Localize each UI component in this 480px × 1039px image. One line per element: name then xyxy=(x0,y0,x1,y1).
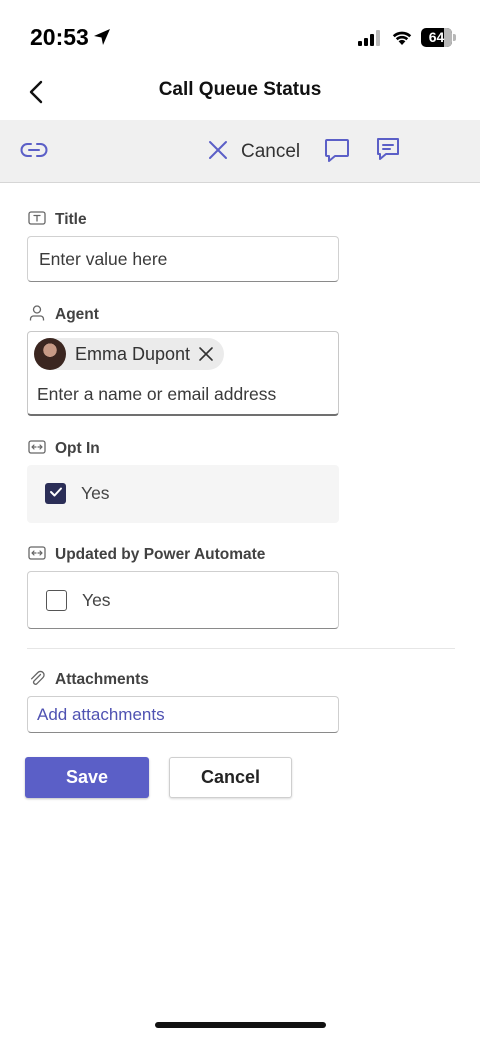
title-input[interactable]: Enter value here xyxy=(27,236,339,282)
person-chip[interactable]: Emma Dupont xyxy=(34,338,225,370)
title-field-label: Title xyxy=(28,210,87,230)
cellular-signal-icon xyxy=(358,30,382,51)
battery-level: 64 xyxy=(428,29,445,45)
notes-button[interactable] xyxy=(372,136,404,166)
divider xyxy=(27,648,455,649)
person-chip-name: Emma Dupont xyxy=(75,343,191,364)
header: Call Queue Status xyxy=(0,70,480,120)
boolean-toggle-icon xyxy=(28,439,46,459)
opt-in-field-label: Opt In xyxy=(28,439,100,459)
agent-label-text: Agent xyxy=(55,306,99,323)
checkmark-icon xyxy=(49,485,63,503)
save-button[interactable]: Save xyxy=(25,757,149,798)
updated-label-text: Updated by Power Automate xyxy=(55,546,266,563)
status-time: 20:53 xyxy=(30,24,89,50)
status-bar: 20:53 64 xyxy=(0,0,480,70)
add-attachments-link[interactable]: Add attachments xyxy=(37,705,165,725)
avatar xyxy=(34,338,66,370)
agent-field-label: Agent xyxy=(28,304,99,327)
app-screen: 20:53 64 Call Queue Status Cancel Title … xyxy=(0,0,480,1039)
notes-icon xyxy=(375,136,401,167)
cancel-button[interactable]: Cancel xyxy=(169,757,292,798)
toolbar: Cancel xyxy=(0,120,480,183)
updated-option-label: Yes xyxy=(82,590,111,610)
agent-people-picker[interactable]: Emma Dupont Enter a name or email addres… xyxy=(27,331,339,416)
updated-field-label: Updated by Power Automate xyxy=(28,545,265,565)
text-field-icon xyxy=(28,210,46,230)
attachments-field-label: Attachments xyxy=(28,670,149,690)
close-icon xyxy=(207,139,229,166)
page-title: Call Queue Status xyxy=(158,79,322,100)
paperclip-icon xyxy=(28,669,46,692)
opt-in-checkbox[interactable] xyxy=(45,483,66,504)
toolbar-cancel-button[interactable]: Cancel xyxy=(207,136,300,168)
opt-in-checkbox-row[interactable]: Yes xyxy=(27,465,339,523)
opt-in-option-label: Yes xyxy=(81,483,110,503)
title-label-text: Title xyxy=(55,211,87,228)
wifi-icon xyxy=(390,28,414,51)
boolean-toggle-icon xyxy=(28,545,46,565)
home-indicator[interactable] xyxy=(155,1022,326,1028)
toolbar-cancel-label: Cancel xyxy=(241,141,301,162)
link-icon xyxy=(20,141,48,164)
battery-icon: 64 xyxy=(421,28,457,47)
copy-link-button[interactable] xyxy=(18,138,50,166)
title-input-placeholder: Enter value here xyxy=(39,249,168,269)
opt-in-label-text: Opt In xyxy=(55,440,100,457)
person-icon xyxy=(28,304,46,327)
remove-person-icon[interactable] xyxy=(198,346,214,362)
agent-input-placeholder[interactable]: Enter a name or email address xyxy=(37,384,276,405)
attachments-box: Add attachments xyxy=(27,696,339,733)
updated-checkbox-row[interactable]: Yes xyxy=(27,571,339,629)
updated-checkbox[interactable] xyxy=(46,590,67,611)
location-arrow-icon xyxy=(92,27,112,52)
chat-icon xyxy=(323,136,351,169)
attachments-label-text: Attachments xyxy=(55,671,149,688)
chat-button[interactable] xyxy=(321,137,353,167)
